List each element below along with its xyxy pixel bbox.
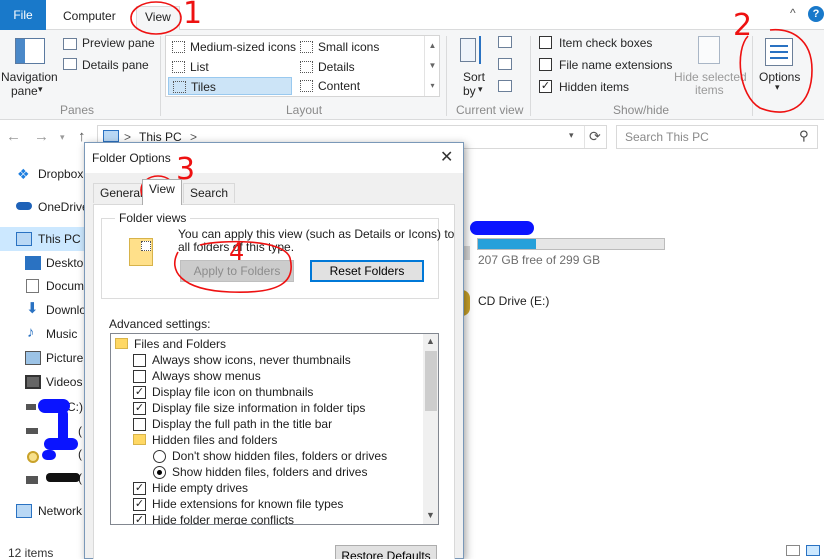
annotation-overlay bbox=[130, 1, 813, 293]
annotation-step-1: 1 bbox=[183, 0, 203, 31]
annotation-circle-view-tab bbox=[130, 1, 182, 35]
annotation-step-2: 2 bbox=[733, 8, 753, 43]
annotation-step-4: 4 bbox=[229, 238, 245, 266]
tab-view[interactable]: View bbox=[142, 179, 182, 205]
